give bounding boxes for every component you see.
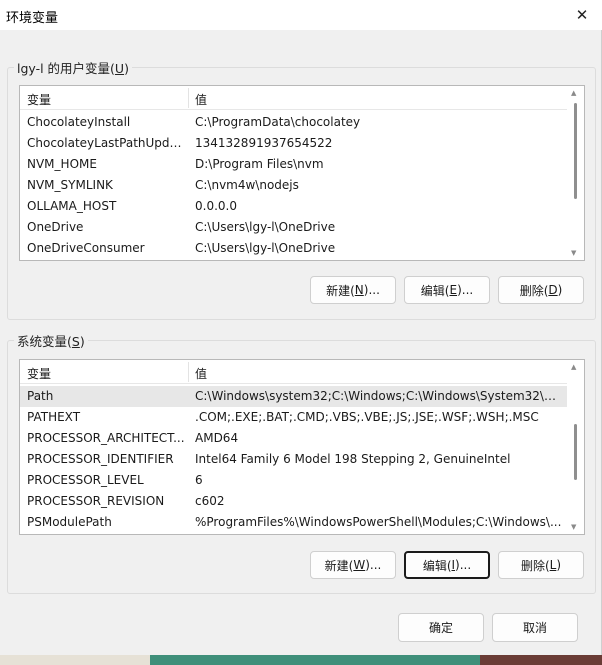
variable-name: OneDriveConsumer xyxy=(27,241,145,255)
user-edit-button[interactable]: 编辑(E)... xyxy=(404,276,490,304)
variable-value: C:\Users\lgy-l\OneDrive xyxy=(195,241,336,255)
list-header: 变量 值 xyxy=(20,86,568,110)
user-variables-list[interactable]: 变量 值 ChocolateyInstall C:\ProgramData\cho… xyxy=(19,85,585,261)
variable-value: C:\Users\lgy-l\OneDrive xyxy=(195,220,336,234)
variable-name: Path xyxy=(27,389,54,403)
table-row[interactable]: Path C:\Windows\system32;C:\Windows;C:\Wi… xyxy=(20,386,568,407)
environment-variables-dialog: 环境变量 ✕ lgy-l 的用户变量(U) 变量 值 ChocolateyIns… xyxy=(0,0,602,655)
variable-value: C:\Windows\system32;C:\Windows;C:\Window… xyxy=(195,389,565,403)
table-row[interactable]: OLLAMA_HOST 0.0.0.0 xyxy=(20,196,568,217)
variable-value: C:\nvm4w\nodejs xyxy=(195,178,299,192)
user-delete-button[interactable]: 删除(D) xyxy=(498,276,584,304)
system-variables-label: 系统变量(S) xyxy=(14,331,88,350)
variable-name: OLLAMA_HOST xyxy=(27,199,117,213)
scroll-up-icon[interactable]: ▲ xyxy=(571,89,576,97)
user-variables-rows: ChocolateyInstall C:\ProgramData\chocolat… xyxy=(20,112,568,259)
desktop-background xyxy=(480,655,602,665)
system-delete-button[interactable]: 删除(L) xyxy=(498,551,584,579)
window-title: 环境变量 xyxy=(6,11,59,26)
close-button[interactable]: ✕ xyxy=(562,0,602,30)
table-row[interactable]: OneDriveConsumer C:\Users\lgy-l\OneDrive xyxy=(20,238,568,259)
user-variables-label: lgy-l 的用户变量(U) xyxy=(14,58,132,77)
column-header-variable[interactable]: 变量 xyxy=(27,365,51,382)
table-row[interactable]: PSModulePath %ProgramFiles%\WindowsPowerS… xyxy=(20,512,568,533)
variable-name: PSModulePath xyxy=(27,515,112,529)
variable-name: ChocolateyLastPathUpdate xyxy=(27,136,187,150)
column-header-value[interactable]: 值 xyxy=(195,91,207,108)
desktop-background xyxy=(150,655,480,665)
system-variables-rows: Path C:\Windows\system32;C:\Windows;C:\Wi… xyxy=(20,386,568,533)
table-row[interactable]: PROCESSOR_IDENTIFIER Intel64 Family 6 Mod… xyxy=(20,449,568,470)
table-row[interactable]: ChocolateyLastPathUpdate 1341328919376545… xyxy=(20,133,568,154)
variable-name: OneDrive xyxy=(27,220,84,234)
user-new-button[interactable]: 新建(N)... xyxy=(310,276,396,304)
variable-name: ChocolateyInstall xyxy=(27,115,131,129)
scrollbar-thumb[interactable] xyxy=(574,103,577,199)
table-row[interactable]: ChocolateyInstall C:\ProgramData\chocolat… xyxy=(20,112,568,133)
ok-button[interactable]: 确定 xyxy=(398,613,484,642)
column-divider[interactable] xyxy=(188,88,189,108)
variable-value: 134132891937654522 xyxy=(195,136,333,150)
table-row[interactable]: PATHEXT .COM;.EXE;.BAT;.CMD;.VBS;.VBE;.JS… xyxy=(20,407,568,428)
cancel-button[interactable]: 取消 xyxy=(492,613,578,642)
desktop-background xyxy=(0,655,150,665)
column-header-value[interactable]: 值 xyxy=(195,365,207,382)
variable-value: Intel64 Family 6 Model 198 Stepping 2, G… xyxy=(195,452,511,466)
table-row[interactable]: OneDrive C:\Users\lgy-l\OneDrive xyxy=(20,217,568,238)
variable-name: NVM_SYMLINK xyxy=(27,178,113,192)
table-row[interactable]: NVM_SYMLINK C:\nvm4w\nodejs xyxy=(20,175,568,196)
system-variables-group: 系统变量(S) 变量 值 Path C:\Windows\system32;C:\… xyxy=(7,331,596,594)
variable-value: .COM;.EXE;.BAT;.CMD;.VBS;.VBE;.JS;.JSE;.… xyxy=(195,410,539,424)
variable-name: PROCESSOR_LEVEL xyxy=(27,473,144,487)
variable-value: 0.0.0.0 xyxy=(195,199,237,213)
variable-name: PROCESSOR_IDENTIFIER xyxy=(27,452,174,466)
vertical-scrollbar[interactable]: ▲ ▼ xyxy=(567,360,584,534)
column-divider[interactable] xyxy=(188,362,189,382)
variable-value: %ProgramFiles%\WindowsPowerShell\Modules… xyxy=(195,515,562,529)
scroll-down-icon[interactable]: ▼ xyxy=(571,249,576,257)
list-header: 变量 值 xyxy=(20,360,568,384)
title-bar: 环境变量 ✕ xyxy=(0,0,602,30)
variable-value: 6 xyxy=(195,473,203,487)
table-row[interactable]: PROCESSOR_LEVEL 6 xyxy=(20,470,568,491)
system-edit-button[interactable]: 编辑(I)... xyxy=(404,551,490,579)
vertical-scrollbar[interactable]: ▲ ▼ xyxy=(567,86,584,260)
close-icon: ✕ xyxy=(575,6,589,24)
scroll-down-icon[interactable]: ▼ xyxy=(571,523,576,531)
variable-value: C:\ProgramData\chocolatey xyxy=(195,115,361,129)
scrollbar-thumb[interactable] xyxy=(574,424,577,480)
table-row[interactable]: NVM_HOME D:\Program Files\nvm xyxy=(20,154,568,175)
variable-name: PROCESSOR_REVISION xyxy=(27,494,165,508)
column-header-variable[interactable]: 变量 xyxy=(27,91,51,108)
variable-value: D:\Program Files\nvm xyxy=(195,157,324,171)
variable-value: AMD64 xyxy=(195,431,239,445)
scroll-up-icon[interactable]: ▲ xyxy=(571,363,576,371)
system-variables-list[interactable]: 变量 值 Path C:\Windows\system32;C:\Windows;… xyxy=(19,359,585,535)
table-row[interactable]: PROCESSOR_REVISION c602 xyxy=(20,491,568,512)
table-row[interactable]: PROCESSOR_ARCHITECT... AMD64 xyxy=(20,428,568,449)
system-new-button[interactable]: 新建(W)... xyxy=(310,551,396,579)
variable-name: PATHEXT xyxy=(27,410,81,424)
variable-value: c602 xyxy=(195,494,225,508)
variable-name: PROCESSOR_ARCHITECT... xyxy=(27,431,185,445)
variable-name: NVM_HOME xyxy=(27,157,97,171)
user-variables-group: lgy-l 的用户变量(U) 变量 值 ChocolateyInstall C:\… xyxy=(7,58,596,320)
